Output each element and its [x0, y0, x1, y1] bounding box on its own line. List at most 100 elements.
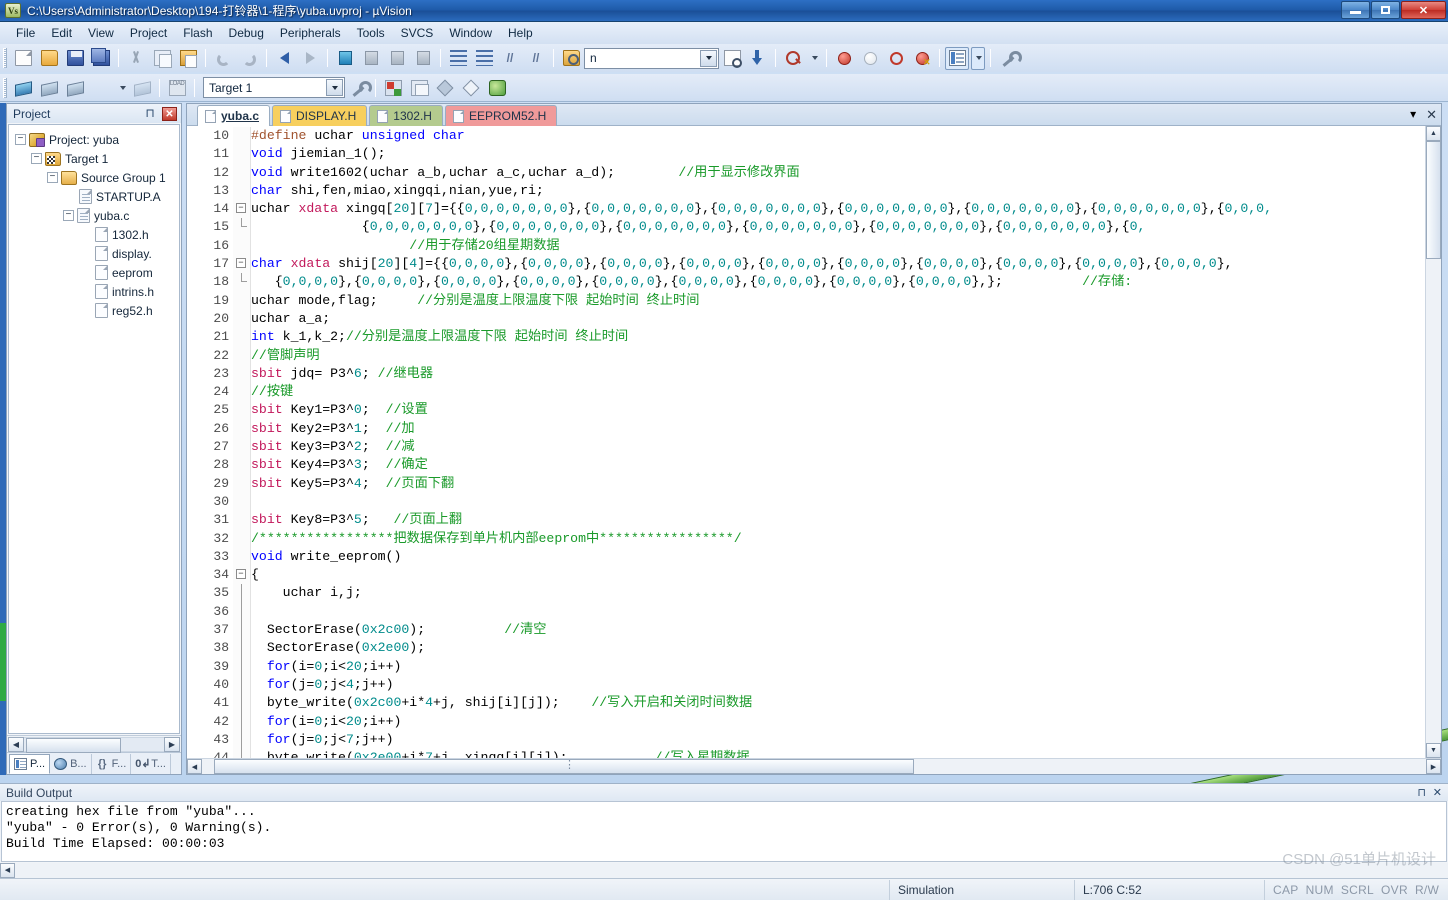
search-combo[interactable]: n: [584, 47, 719, 69]
project-window-button[interactable]: [945, 46, 969, 70]
fold-gutter[interactable]: [233, 145, 251, 164]
menu-view[interactable]: View: [80, 24, 122, 42]
clear-bookmarks-button[interactable]: [411, 47, 435, 70]
fold-gutter[interactable]: [233, 730, 251, 750]
manage-run-time-button[interactable]: [485, 76, 509, 99]
code-text[interactable]: sbit Key1=P3^0; //设置: [251, 401, 1425, 419]
code-line[interactable]: 27 sbit Key3=P3^2; //减: [187, 438, 1425, 457]
code-line[interactable]: 41 byte_write(0x2c00+i*4+j, shij[i][j]);…: [187, 694, 1425, 713]
fold-gutter[interactable]: [233, 218, 251, 237]
code-lines[interactable]: 10 #define uchar unsigned char 11 void jiem…: [187, 126, 1425, 758]
scroll-up-button[interactable]: ▲: [1426, 126, 1441, 141]
hscroll-track[interactable]: [24, 736, 164, 753]
code-line[interactable]: 17− char xdata shij[20][4]={{0,0,0,0},{0,…: [187, 255, 1425, 274]
redo-button[interactable]: [237, 47, 261, 70]
fold-gutter[interactable]: [233, 364, 251, 384]
fold-collapse-icon[interactable]: −: [236, 569, 246, 580]
minimize-button[interactable]: [1341, 1, 1370, 19]
code-text[interactable]: sbit Key3=P3^2; //减: [251, 438, 1425, 456]
copy-button[interactable]: [150, 47, 174, 70]
search-dropdown-button[interactable]: [700, 49, 717, 67]
fold-gutter[interactable]: [233, 749, 251, 758]
pack-installer-button[interactable]: [459, 76, 483, 99]
tree-item-target[interactable]: − Target 1: [9, 149, 179, 168]
code-text[interactable]: uchar mode,flag; //分别是温度上限温度下限 起始时间 终止时间: [251, 292, 1425, 310]
code-text[interactable]: int k_1,k_2;//分别是温度上限温度下限 起始时间 终止时间: [251, 328, 1425, 346]
code-text[interactable]: for(i=0;i<20;i++): [251, 713, 1425, 731]
fold-gutter[interactable]: [233, 492, 251, 512]
code-line[interactable]: 24 //按键: [187, 383, 1425, 402]
menu-edit[interactable]: Edit: [43, 24, 80, 42]
browse-symbols-button[interactable]: [781, 47, 805, 70]
utilities-button[interactable]: [996, 47, 1022, 70]
fold-gutter[interactable]: [233, 621, 251, 640]
menu-debug[interactable]: Debug: [221, 24, 272, 42]
insert-breakpoint-button[interactable]: [832, 47, 856, 70]
tree-item-display-h[interactable]: display.: [9, 244, 179, 263]
hscroll-track[interactable]: [15, 862, 1448, 878]
build-output-close-icon[interactable]: ✕: [1433, 786, 1442, 799]
editor-tab-yuba-c[interactable]: yuba.c: [197, 105, 271, 126]
code-line[interactable]: 40 for(j=0;j<4;j++): [187, 675, 1425, 695]
scroll-left-button[interactable]: ◀: [0, 862, 15, 878]
code-line[interactable]: 28 sbit Key4=P3^3; //确定: [187, 456, 1425, 475]
pane-tab-project[interactable]: P...: [9, 754, 51, 774]
batch-build-button[interactable]: [89, 76, 1448, 900]
project-pane-close-button[interactable]: ✕: [162, 107, 177, 121]
disable-all-breakpoints-button[interactable]: [884, 47, 908, 70]
tree-item-project[interactable]: − Project: yuba: [9, 130, 179, 149]
fold-gutter[interactable]: [233, 438, 251, 457]
expander-icon[interactable]: −: [47, 172, 58, 183]
new-file-button[interactable]: [11, 47, 35, 70]
indent-button[interactable]: [446, 47, 470, 70]
fold-gutter[interactable]: [233, 127, 251, 146]
code-text[interactable]: #define uchar unsigned char: [251, 127, 1425, 145]
code-text[interactable]: {0,0,0,0},{0,0,0,0},{0,0,0,0},{0,0,0,0},…: [251, 273, 1425, 291]
fold-gutter[interactable]: [233, 236, 251, 256]
code-text[interactable]: byte write(0x2e00+i*7+j, xinqq[i][j]); /…: [251, 749, 1425, 758]
config-wizard-button[interactable]: [433, 76, 457, 99]
code-text[interactable]: for(j=0;j<4;j++): [251, 676, 1425, 694]
vscroll-thumb[interactable]: [1426, 141, 1441, 259]
code-text[interactable]: sbit Key5=P3^4; //页面下翻: [251, 475, 1425, 493]
fold-gutter[interactable]: [233, 511, 251, 530]
code-line[interactable]: 18 {0,0,0,0},{0,0,0,0},{0,0,0,0},{0,0,0,…: [187, 273, 1425, 292]
fold-gutter[interactable]: [233, 309, 251, 329]
code-line[interactable]: 29 sbit Key5=P3^4; //页面下翻: [187, 474, 1425, 493]
tab-list-dropdown-icon[interactable]: ▾: [1410, 107, 1416, 121]
code-line[interactable]: 39 for(i=0;i<20;i++): [187, 657, 1425, 676]
tree-item-eeprom-h[interactable]: eeprom: [9, 263, 179, 282]
menu-help[interactable]: Help: [500, 24, 541, 42]
tree-item-source-group[interactable]: − Source Group 1: [9, 168, 179, 187]
prev-bookmark-button[interactable]: [359, 47, 383, 70]
scroll-down-button[interactable]: ▼: [1426, 743, 1441, 758]
fold-gutter[interactable]: [233, 328, 251, 347]
paste-button[interactable]: [176, 47, 200, 70]
menu-peripherals[interactable]: Peripherals: [272, 24, 349, 42]
editor-tab-1302-h[interactable]: 1302.H: [369, 105, 443, 126]
editor-tab-eeprom52-h[interactable]: EEPROM52.H: [444, 105, 558, 126]
build-output-hscrollbar[interactable]: ◀: [0, 862, 1448, 878]
stop-build-button[interactable]: [130, 76, 154, 99]
menu-file[interactable]: File: [8, 24, 43, 42]
hscroll-thumb[interactable]: [214, 758, 914, 774]
menu-svcs[interactable]: SVCS: [393, 24, 442, 42]
code-line[interactable]: 30: [187, 492, 1425, 512]
code-line[interactable]: 21 int k_1,k_2;//分别是温度上限温度下限 起始时间 终止时间: [187, 328, 1425, 347]
tree-item-yuba-c[interactable]: − yuba.c: [9, 206, 179, 225]
fold-gutter[interactable]: [233, 657, 251, 676]
code-text[interactable]: uchar xdata xingq[20][7]={{0,0,0,0,0,0,0…: [251, 200, 1425, 218]
open-file-button[interactable]: [37, 47, 61, 70]
expander-icon[interactable]: −: [31, 153, 42, 164]
scroll-left-button[interactable]: ◀: [187, 759, 202, 774]
find-in-files-button[interactable]: [559, 47, 583, 70]
code-line[interactable]: 22 //管脚声明: [187, 346, 1425, 365]
fold-gutter[interactable]: [233, 419, 251, 439]
fold-gutter[interactable]: [233, 163, 251, 182]
code-text[interactable]: {: [251, 566, 1425, 584]
code-text[interactable]: sbit Key2=P3^1; //加: [251, 420, 1425, 438]
code-line[interactable]: 11 void jiemian_1();: [187, 145, 1425, 164]
code-text[interactable]: SectorErase(0x2c00); //清空: [251, 621, 1425, 639]
fold-gutter[interactable]: [233, 273, 251, 292]
fold-gutter[interactable]: [233, 383, 251, 402]
